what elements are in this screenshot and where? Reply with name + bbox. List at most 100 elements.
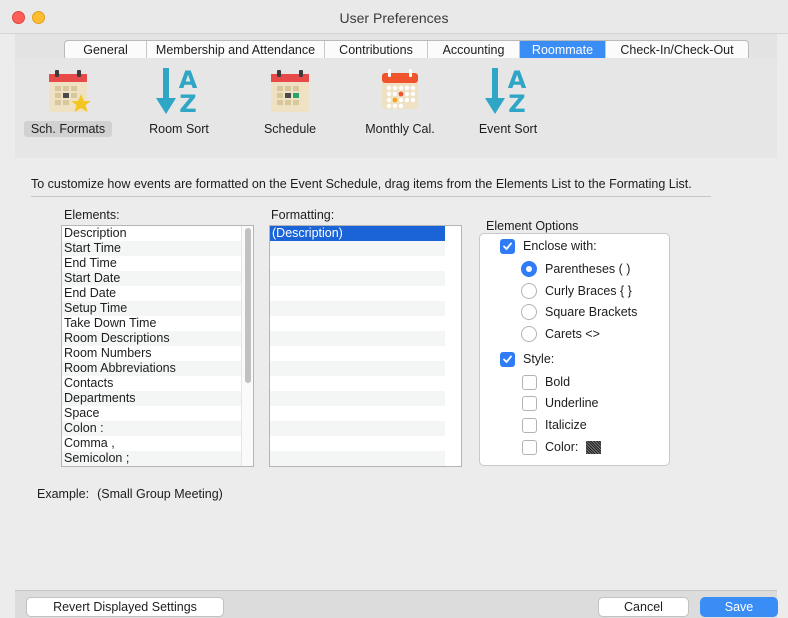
enclose-with-checkbox[interactable]: Enclose with: (500, 237, 597, 255)
list-item[interactable]: Semicolon ; (62, 451, 253, 466)
checkbox-checked[interactable] (500, 351, 515, 367)
list-item[interactable]: Take Down Time (62, 316, 253, 331)
toolbar-schedule[interactable]: Schedule (250, 64, 330, 142)
example-label: Example: (37, 487, 90, 501)
color-swatch[interactable] (586, 440, 602, 454)
checkbox-checked[interactable] (500, 238, 515, 254)
list-item[interactable]: Start Date (62, 271, 253, 286)
list-item[interactable]: Room Numbers (62, 346, 253, 361)
toolbar-sch-formats-label: Sch. Formats (24, 121, 112, 137)
radio-unselected[interactable] (521, 326, 537, 342)
italicize-checkbox[interactable]: Italicize (522, 416, 587, 434)
empty-row (270, 301, 445, 316)
window-title: User Preferences (339, 10, 449, 26)
checkmark-icon (503, 355, 512, 363)
empty-row (270, 391, 445, 406)
save-button[interactable]: Save (700, 597, 778, 617)
underline-checkbox[interactable]: Underline (522, 394, 599, 412)
empty-row (270, 286, 445, 301)
sort-a-z-icon: A Z (485, 66, 527, 118)
empty-row (270, 361, 445, 376)
toolbar-monthly-cal[interactable]: Monthly Cal. (358, 64, 442, 142)
toolbar-monthly-cal-label: Monthly Cal. (365, 122, 435, 136)
radio-curly-braces-label: Curly Braces { } (545, 284, 632, 298)
list-item[interactable]: Departments (62, 391, 253, 406)
revert-displayed-settings-button[interactable]: Revert Displayed Settings (26, 597, 224, 617)
bold-label: Bold (545, 375, 571, 389)
checkbox-unchecked[interactable] (522, 417, 537, 433)
calendar-schedule-icon (271, 70, 309, 112)
empty-row (270, 271, 445, 286)
radio-unselected[interactable] (521, 283, 537, 299)
list-item[interactable]: Space (62, 406, 253, 421)
monthly-calendar-icon (382, 69, 418, 109)
elements-scrollbar[interactable] (241, 226, 253, 466)
element-options-header: Element Options (486, 219, 579, 233)
calendar-star-icon (49, 70, 91, 112)
checkbox-unchecked[interactable] (522, 395, 537, 411)
elements-header: Elements: (64, 208, 120, 222)
formatting-item-selected[interactable]: (Description) (270, 226, 445, 241)
style-checkbox[interactable]: Style: (500, 350, 554, 368)
toolbar-room-sort-label: Room Sort (149, 122, 209, 136)
list-item[interactable]: End Date (62, 286, 253, 301)
radio-selected[interactable] (521, 261, 537, 277)
radio-carets[interactable]: Carets <> (521, 325, 600, 343)
preferences-window: User Preferences General Membership and … (0, 0, 788, 618)
list-item[interactable]: Contacts (62, 376, 253, 391)
toolbar-sch-formats[interactable]: Sch. Formats (24, 64, 112, 142)
checkbox-unchecked[interactable] (522, 439, 537, 455)
toolbar-room-sort[interactable]: A Z Room Sort (140, 64, 218, 142)
empty-row (270, 256, 445, 271)
example-value: (Small Group Meeting) (97, 487, 223, 501)
radio-square-brackets-label: Square Brackets (545, 305, 638, 319)
checkmark-icon (503, 242, 512, 250)
toolbar-event-sort[interactable]: A Z Event Sort (470, 64, 546, 142)
color-checkbox[interactable]: Color: (522, 438, 602, 456)
example-line: Example: (Small Group Meeting) (37, 487, 223, 501)
checkbox-unchecked[interactable] (522, 374, 537, 390)
elements-scroll-thumb[interactable] (245, 228, 251, 383)
bold-checkbox[interactable]: Bold (522, 373, 570, 391)
list-item[interactable]: Colon : (62, 421, 253, 436)
svg-text:Z: Z (179, 90, 196, 118)
radio-parentheses-label: Parentheses ( ) (545, 262, 631, 276)
separator (31, 196, 711, 197)
list-item[interactable]: Room Abbreviations (62, 361, 253, 376)
empty-row (270, 316, 445, 331)
empty-row (270, 406, 445, 421)
list-item[interactable]: Description (62, 226, 253, 241)
empty-row (270, 241, 445, 256)
empty-row (270, 346, 445, 361)
list-item[interactable]: Setup Time (62, 301, 253, 316)
cancel-button[interactable]: Cancel (598, 597, 689, 617)
toolbar-schedule-label: Schedule (263, 122, 317, 136)
empty-row (270, 451, 445, 466)
radio-curly-braces[interactable]: Curly Braces { } (521, 282, 632, 300)
instructions-text: To customize how events are formatted on… (31, 177, 692, 191)
formatting-list[interactable]: (Description) (269, 225, 462, 467)
style-label: Style: (523, 352, 555, 366)
empty-row (270, 421, 445, 436)
radio-carets-label: Carets <> (545, 327, 600, 341)
list-item[interactable]: Start Time (62, 241, 253, 256)
title-bar: User Preferences (0, 0, 788, 34)
underline-label: Underline (545, 396, 599, 410)
svg-text:Z: Z (508, 90, 525, 118)
list-item[interactable]: Room Descriptions (62, 331, 253, 346)
empty-row (270, 331, 445, 346)
enclose-with-label: Enclose with: (523, 239, 597, 253)
empty-row (270, 376, 445, 391)
toolbar-event-sort-label: Event Sort (478, 122, 538, 136)
radio-square-brackets[interactable]: Square Brackets (521, 303, 637, 321)
empty-row (270, 436, 445, 451)
sort-a-z-icon: A Z (156, 66, 198, 118)
elements-list[interactable]: Description Start Time End Time Start Da… (61, 225, 254, 467)
list-item[interactable]: Comma , (62, 436, 253, 451)
italicize-label: Italicize (545, 418, 587, 432)
color-label: Color: (545, 440, 579, 454)
radio-parentheses[interactable]: Parentheses ( ) (521, 260, 630, 278)
radio-unselected[interactable] (521, 304, 537, 320)
formatting-header: Formatting: (271, 208, 335, 222)
list-item[interactable]: End Time (62, 256, 253, 271)
